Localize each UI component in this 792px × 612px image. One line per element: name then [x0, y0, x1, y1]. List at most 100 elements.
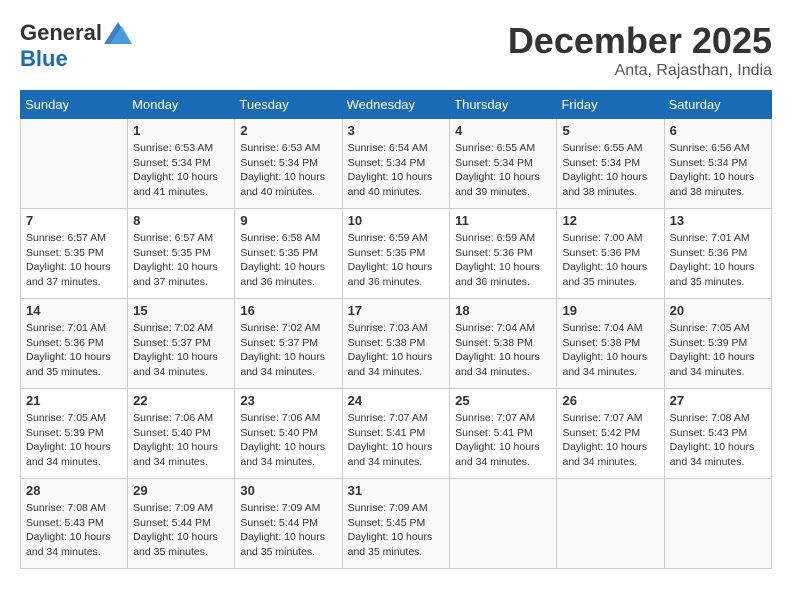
day-number: 21 — [26, 393, 122, 408]
day-info: Sunrise: 7:03 AMSunset: 5:38 PMDaylight:… — [348, 321, 445, 380]
weekday-header-wednesday: Wednesday — [342, 91, 450, 119]
day-cell-3: 3 Sunrise: 6:54 AMSunset: 5:34 PMDaylight… — [342, 119, 450, 209]
day-cell-15: 15 Sunrise: 7:02 AMSunset: 5:37 PMDayligh… — [128, 299, 235, 389]
day-info: Sunrise: 7:02 AMSunset: 5:37 PMDaylight:… — [240, 321, 336, 380]
day-number: 14 — [26, 303, 122, 318]
day-info: Sunrise: 7:04 AMSunset: 5:38 PMDaylight:… — [455, 321, 551, 380]
day-info: Sunrise: 6:53 AMSunset: 5:34 PMDaylight:… — [133, 141, 229, 200]
day-info: Sunrise: 6:55 AMSunset: 5:34 PMDaylight:… — [562, 141, 658, 200]
day-number: 31 — [348, 483, 445, 498]
empty-cell — [450, 479, 557, 569]
day-cell-18: 18 Sunrise: 7:04 AMSunset: 5:38 PMDayligh… — [450, 299, 557, 389]
logo-general-text: General — [20, 20, 102, 46]
location: Anta, Rajasthan, India — [508, 62, 772, 80]
day-cell-22: 22 Sunrise: 7:06 AMSunset: 5:40 PMDayligh… — [128, 389, 235, 479]
day-number: 10 — [348, 213, 445, 228]
day-cell-11: 11 Sunrise: 6:59 AMSunset: 5:36 PMDayligh… — [450, 209, 557, 299]
day-number: 5 — [562, 123, 658, 138]
day-cell-24: 24Sunrise: 7:07 AMSunset: 5:41 PMDayligh… — [342, 389, 450, 479]
day-number: 1 — [133, 123, 229, 138]
day-number: 9 — [240, 213, 336, 228]
day-cell-13: 13 Sunrise: 7:01 AMSunset: 5:36 PMDayligh… — [664, 209, 771, 299]
day-info: Sunrise: 6:59 AMSunset: 5:35 PMDaylight:… — [348, 231, 445, 290]
day-info: Sunrise: 7:09 AMSunset: 5:44 PMDaylight:… — [240, 501, 336, 560]
day-number: 25 — [455, 393, 551, 408]
day-number: 2 — [240, 123, 336, 138]
empty-cell — [664, 479, 771, 569]
day-cell-12: 12 Sunrise: 7:00 AMSunset: 5:36 PMDayligh… — [557, 209, 664, 299]
day-cell-9: 9 Sunrise: 6:58 AMSunset: 5:35 PMDaylight… — [235, 209, 342, 299]
day-cell-6: 6Sunrise: 6:56 AMSunset: 5:34 PMDaylight… — [664, 119, 771, 209]
logo: General Blue — [20, 20, 132, 72]
day-number: 3 — [348, 123, 445, 138]
weekday-header-friday: Friday — [557, 91, 664, 119]
day-number: 17 — [348, 303, 445, 318]
day-info: Sunrise: 7:09 AMSunset: 5:44 PMDaylight:… — [133, 501, 229, 560]
weekday-header-row: SundayMondayTuesdayWednesdayThursdayFrid… — [21, 91, 772, 119]
day-number: 11 — [455, 213, 551, 228]
weekday-header-thursday: Thursday — [450, 91, 557, 119]
day-info: Sunrise: 7:06 AMSunset: 5:40 PMDaylight:… — [133, 411, 229, 470]
day-info: Sunrise: 7:07 AMSunset: 5:41 PMDaylight:… — [455, 411, 551, 470]
day-info: Sunrise: 7:05 AMSunset: 5:39 PMDaylight:… — [26, 411, 122, 470]
day-cell-30: 30 Sunrise: 7:09 AMSunset: 5:44 PMDayligh… — [235, 479, 342, 569]
day-cell-27: 27Sunrise: 7:08 AMSunset: 5:43 PMDayligh… — [664, 389, 771, 479]
day-cell-14: 14 Sunrise: 7:01 AMSunset: 5:36 PMDayligh… — [21, 299, 128, 389]
day-cell-17: 17 Sunrise: 7:03 AMSunset: 5:38 PMDayligh… — [342, 299, 450, 389]
day-cell-31: 31Sunrise: 7:09 AMSunset: 5:45 PMDayligh… — [342, 479, 450, 569]
day-info: Sunrise: 7:02 AMSunset: 5:37 PMDaylight:… — [133, 321, 229, 380]
weekday-header-saturday: Saturday — [664, 91, 771, 119]
empty-cell — [557, 479, 664, 569]
week-row-3: 14 Sunrise: 7:01 AMSunset: 5:36 PMDayligh… — [21, 299, 772, 389]
week-row-5: 28 Sunrise: 7:08 AMSunset: 5:43 PMDayligh… — [21, 479, 772, 569]
day-number: 16 — [240, 303, 336, 318]
day-cell-10: 10 Sunrise: 6:59 AMSunset: 5:35 PMDayligh… — [342, 209, 450, 299]
day-number: 23 — [240, 393, 336, 408]
day-number: 13 — [670, 213, 766, 228]
day-number: 22 — [133, 393, 229, 408]
day-info: Sunrise: 6:57 AMSunset: 5:35 PMDaylight:… — [26, 231, 122, 290]
day-info: Sunrise: 6:59 AMSunset: 5:36 PMDaylight:… — [455, 231, 551, 290]
day-cell-29: 29Sunrise: 7:09 AMSunset: 5:44 PMDayligh… — [128, 479, 235, 569]
day-cell-7: 7 Sunrise: 6:57 AMSunset: 5:35 PMDaylight… — [21, 209, 128, 299]
day-cell-5: 5 Sunrise: 6:55 AMSunset: 5:34 PMDaylight… — [557, 119, 664, 209]
day-info: Sunrise: 6:58 AMSunset: 5:35 PMDaylight:… — [240, 231, 336, 290]
logo-icon — [104, 22, 132, 44]
day-number: 4 — [455, 123, 551, 138]
day-cell-26: 26 Sunrise: 7:07 AMSunset: 5:42 PMDayligh… — [557, 389, 664, 479]
day-info: Sunrise: 7:05 AMSunset: 5:39 PMDaylight:… — [670, 321, 766, 380]
day-info: Sunrise: 7:08 AMSunset: 5:43 PMDaylight:… — [26, 501, 122, 560]
day-info: Sunrise: 6:54 AMSunset: 5:34 PMDaylight:… — [348, 141, 445, 200]
day-cell-4: 4Sunrise: 6:55 AMSunset: 5:34 PMDaylight… — [450, 119, 557, 209]
week-row-4: 21 Sunrise: 7:05 AMSunset: 5:39 PMDayligh… — [21, 389, 772, 479]
day-cell-23: 23 Sunrise: 7:06 AMSunset: 5:40 PMDayligh… — [235, 389, 342, 479]
month-title: December 2025 — [508, 20, 772, 62]
day-info: Sunrise: 7:06 AMSunset: 5:40 PMDaylight:… — [240, 411, 336, 470]
day-info: Sunrise: 7:00 AMSunset: 5:36 PMDaylight:… — [562, 231, 658, 290]
day-info: Sunrise: 7:01 AMSunset: 5:36 PMDaylight:… — [26, 321, 122, 380]
day-number: 6 — [670, 123, 766, 138]
day-number: 15 — [133, 303, 229, 318]
day-info: Sunrise: 7:07 AMSunset: 5:41 PMDaylight:… — [348, 411, 445, 470]
day-number: 26 — [562, 393, 658, 408]
day-number: 30 — [240, 483, 336, 498]
page-header: General Blue December 2025 Anta, Rajasth… — [20, 20, 772, 80]
day-number: 7 — [26, 213, 122, 228]
title-block: December 2025 Anta, Rajasthan, India — [508, 20, 772, 80]
day-cell-28: 28 Sunrise: 7:08 AMSunset: 5:43 PMDayligh… — [21, 479, 128, 569]
day-cell-25: 25 Sunrise: 7:07 AMSunset: 5:41 PMDayligh… — [450, 389, 557, 479]
day-info: Sunrise: 7:01 AMSunset: 5:36 PMDaylight:… — [670, 231, 766, 290]
day-cell-20: 20 Sunrise: 7:05 AMSunset: 5:39 PMDayligh… — [664, 299, 771, 389]
day-number: 12 — [562, 213, 658, 228]
day-cell-16: 16 Sunrise: 7:02 AMSunset: 5:37 PMDayligh… — [235, 299, 342, 389]
weekday-header-tuesday: Tuesday — [235, 91, 342, 119]
day-info: Sunrise: 6:53 AMSunset: 5:34 PMDaylight:… — [240, 141, 336, 200]
day-number: 18 — [455, 303, 551, 318]
calendar-table: SundayMondayTuesdayWednesdayThursdayFrid… — [20, 90, 772, 569]
day-number: 28 — [26, 483, 122, 498]
day-cell-2: 2 Sunrise: 6:53 AMSunset: 5:34 PMDaylight… — [235, 119, 342, 209]
day-info: Sunrise: 7:07 AMSunset: 5:42 PMDaylight:… — [562, 411, 658, 470]
day-number: 20 — [670, 303, 766, 318]
day-info: Sunrise: 6:57 AMSunset: 5:35 PMDaylight:… — [133, 231, 229, 290]
day-cell-21: 21 Sunrise: 7:05 AMSunset: 5:39 PMDayligh… — [21, 389, 128, 479]
